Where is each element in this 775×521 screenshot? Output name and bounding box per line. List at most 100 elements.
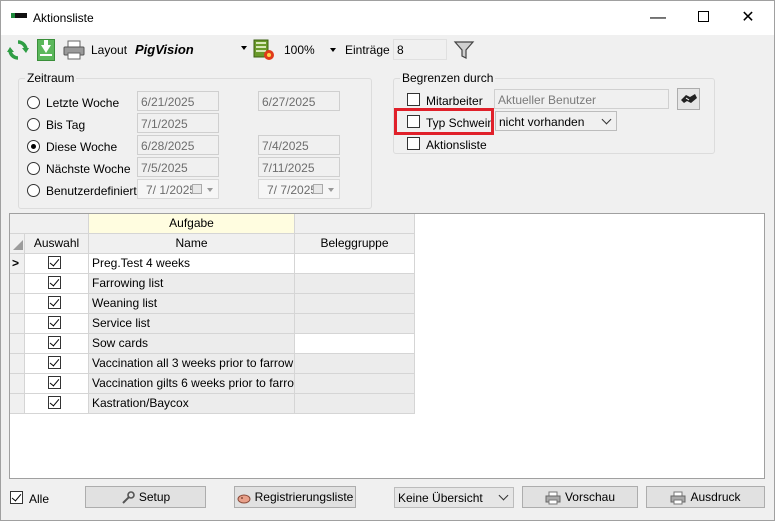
download-icon[interactable]	[37, 39, 55, 61]
row-header	[10, 294, 25, 314]
letzte-woche-to: 6/27/2025	[258, 91, 340, 111]
band-header-empty	[295, 214, 415, 234]
print-icon[interactable]	[63, 40, 85, 60]
row-header	[10, 374, 25, 394]
radio-label: Nächste Woche	[46, 162, 131, 176]
layout-label: Layout	[91, 43, 128, 57]
aktionsliste-window: Aktionsliste — ✕ Layout PigVision 100% E…	[0, 0, 775, 521]
mitarbeiter-label: Mitarbeiter	[426, 94, 483, 108]
filter-icon[interactable]	[453, 39, 475, 61]
chevron-down-icon	[328, 188, 334, 192]
mitarbeiter-field: Aktueller Benutzer	[494, 89, 669, 109]
beleggruppe-cell	[295, 274, 415, 294]
select-all-corner[interactable]	[10, 234, 25, 254]
chevron-down-icon	[330, 48, 336, 52]
layout-dropdown[interactable]: PigVision	[131, 39, 251, 60]
print-icon	[670, 491, 686, 505]
beleggruppe-cell	[295, 394, 415, 414]
toolbar: Layout PigVision 100% Einträge 8	[1, 36, 774, 64]
ausdruck-label: Ausdruck	[690, 490, 741, 504]
current-row-marker: >	[10, 254, 25, 274]
chevron-down-icon	[601, 114, 612, 125]
window-title: Aktionsliste	[33, 11, 94, 25]
vorschau-label: Vorschau	[564, 490, 616, 504]
zoom-value: 100%	[284, 43, 315, 57]
row-checkbox[interactable]	[48, 256, 61, 269]
row-checkbox[interactable]	[48, 296, 61, 309]
name-cell: Weaning list	[89, 294, 295, 314]
name-cell: Preg.Test 4 weeks	[89, 254, 295, 274]
overview-dropdown[interactable]: Keine Übersicht	[394, 487, 514, 508]
name-cell: Farrowing list	[89, 274, 295, 294]
entries-count: 8	[393, 39, 447, 60]
setup-button[interactable]: Setup	[85, 486, 206, 508]
beleggruppe-cell	[295, 374, 415, 394]
zoom-dropdown[interactable]: 100%	[282, 39, 340, 60]
calendar-icon	[313, 184, 323, 194]
minimize-icon: —	[650, 9, 666, 26]
radio-button[interactable]	[27, 118, 40, 131]
radio-button[interactable]	[27, 96, 40, 109]
beleggruppe-cell	[295, 354, 415, 374]
chevron-down-icon	[241, 46, 247, 50]
radio-button-selected[interactable]	[27, 140, 40, 153]
overview-value: Keine Übersicht	[398, 491, 483, 505]
row-header	[10, 314, 25, 334]
task-grid[interactable]: Aufgabe Auswahl Name Beleggruppe > Preg.…	[9, 213, 765, 479]
typ-schwein-highlight	[394, 108, 494, 135]
refresh-icon[interactable]	[7, 39, 29, 61]
app-icon	[11, 13, 27, 21]
row-header	[10, 394, 25, 414]
title-bar: Aktionsliste — ✕	[1, 1, 774, 35]
radio-button[interactable]	[27, 162, 40, 175]
corner-triangle-icon	[13, 240, 23, 250]
row-checkbox[interactable]	[48, 316, 61, 329]
layout-settings-icon[interactable]	[253, 39, 275, 61]
auswahl-cell	[25, 294, 89, 314]
registrierungsliste-button[interactable]: Registrierungsliste	[234, 486, 356, 508]
auswahl-cell	[25, 394, 89, 414]
print-preview-icon	[545, 491, 561, 505]
minimize-button[interactable]: —	[635, 1, 681, 35]
beleggruppe-cell	[295, 254, 415, 274]
setup-label: Setup	[138, 490, 171, 504]
letzte-woche-from: 6/21/2025	[137, 91, 219, 111]
band-header-aufgabe: Aufgabe	[89, 214, 295, 234]
vorschau-button[interactable]: Vorschau	[522, 486, 638, 508]
zeitraum-title: Zeitraum	[25, 71, 77, 85]
beleggruppe-cell	[295, 334, 415, 354]
maximize-button[interactable]	[680, 1, 726, 35]
wrench-icon	[122, 491, 135, 504]
maximize-icon	[697, 10, 709, 22]
ausdruck-button[interactable]: Ausdruck	[646, 486, 765, 508]
benutzerdefiniert-from-picker[interactable]: 7/ 1/2025	[137, 179, 219, 199]
radio-button[interactable]	[27, 184, 40, 197]
radio-label: Bis Tag	[46, 118, 86, 132]
name-cell: Vaccination all 3 weeks prior to farrow	[89, 354, 295, 374]
auswahl-cell	[25, 314, 89, 334]
row-header	[10, 274, 25, 294]
row-checkbox[interactable]	[48, 396, 61, 409]
row-checkbox[interactable]	[48, 336, 61, 349]
name-cell: Vaccination gilts 6 weeks prior to farro…	[89, 374, 295, 394]
column-header-name[interactable]: Name	[89, 234, 295, 254]
alle-checkbox[interactable]	[10, 491, 23, 504]
close-icon: ✕	[741, 9, 755, 26]
user-picker-button[interactable]	[677, 88, 700, 110]
row-header	[10, 334, 25, 354]
typ-schwein-dropdown[interactable]: nicht vorhanden	[495, 111, 617, 131]
row-checkbox[interactable]	[48, 356, 61, 369]
entries-label: Einträge	[345, 43, 390, 57]
close-button[interactable]: ✕	[725, 1, 771, 35]
naechste-woche-from: 7/5/2025	[137, 157, 219, 177]
mitarbeiter-checkbox[interactable]	[407, 93, 420, 106]
column-header-auswahl[interactable]: Auswahl	[25, 234, 89, 254]
benutzerdefiniert-to-picker[interactable]: 7/ 7/2025	[258, 179, 340, 199]
row-checkbox[interactable]	[48, 276, 61, 289]
column-header-beleggruppe[interactable]: Beleggruppe	[295, 234, 415, 254]
aktionsliste-checkbox[interactable]	[407, 137, 420, 150]
zeitraum-group: Zeitraum Letzte Woche Bis Tag Diese Woch…	[18, 71, 372, 209]
radio-label: Benutzerdefiniert	[46, 184, 137, 198]
auswahl-cell	[25, 254, 89, 274]
row-checkbox[interactable]	[48, 376, 61, 389]
